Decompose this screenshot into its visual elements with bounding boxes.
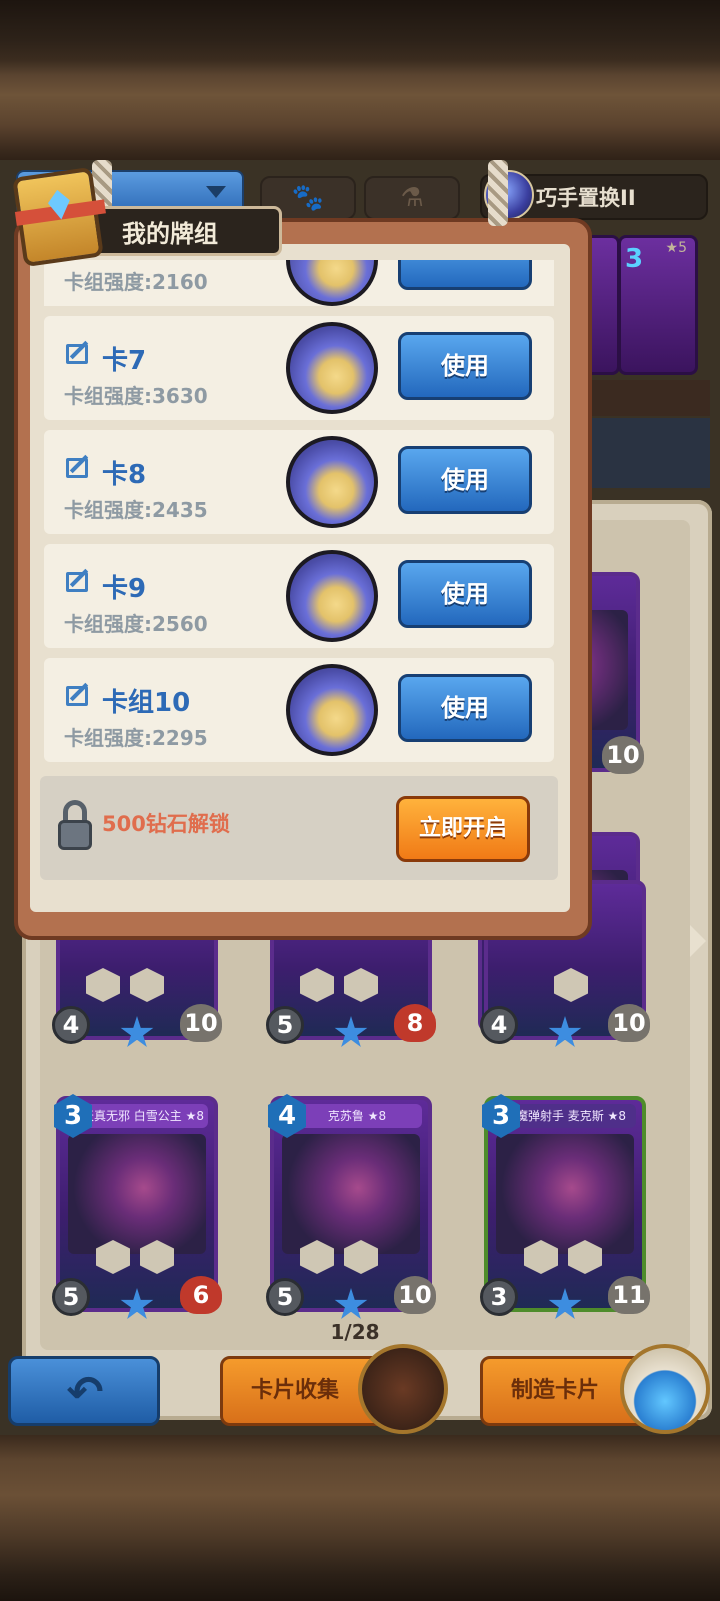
deck-avatar bbox=[286, 260, 378, 306]
card-cost: 3 bbox=[54, 1094, 92, 1138]
deck-power: 卡组强度:2560 bbox=[64, 612, 208, 636]
use-button[interactable]: 使用 bbox=[398, 674, 532, 742]
card-attack: 5 bbox=[52, 1278, 90, 1316]
card-attack: 4 bbox=[480, 1006, 518, 1044]
card-title: 魔弹射手 麦克斯 ★8 bbox=[506, 1104, 636, 1128]
element-icons-strip bbox=[580, 380, 710, 416]
card-title: 克苏鲁 ★8 bbox=[292, 1104, 422, 1128]
card-attack: 3 bbox=[480, 1278, 518, 1316]
card-hp: 6 bbox=[180, 1276, 222, 1314]
deck-avatar bbox=[286, 436, 378, 528]
card-attack: 5 bbox=[266, 1006, 304, 1044]
next-page-icon[interactable] bbox=[690, 925, 706, 957]
edit-icon[interactable] bbox=[66, 458, 88, 478]
deck-row: 卡8 卡组强度:2435 使用 bbox=[44, 430, 554, 534]
rope-right bbox=[488, 160, 508, 226]
deck-avatar bbox=[286, 664, 378, 756]
deck-row: 卡组10 卡组强度:2295 使用 bbox=[44, 658, 554, 762]
deck-book-icon bbox=[12, 166, 104, 268]
modal-title: 我的牌组 bbox=[122, 220, 218, 248]
card-hp: 10 bbox=[180, 1004, 222, 1042]
deck-avatar bbox=[286, 322, 378, 414]
card-pack-icon bbox=[358, 1344, 448, 1434]
skill-icon bbox=[344, 968, 378, 1002]
deck-row: 卡7 卡组强度:3630 使用 bbox=[44, 316, 554, 420]
lock-icon bbox=[58, 800, 92, 850]
use-button[interactable]: 使用 bbox=[398, 560, 532, 628]
deck-power: 卡组强度:2295 bbox=[64, 726, 208, 750]
card-attack: 4 bbox=[52, 1006, 90, 1044]
edit-icon[interactable] bbox=[66, 344, 88, 364]
card-hp: 10 bbox=[602, 736, 644, 774]
side-card-right[interactable]: 3 ★5 bbox=[618, 235, 698, 375]
skill-icon bbox=[86, 968, 120, 1002]
bottom-wood-frame bbox=[0, 1435, 720, 1601]
edit-icon[interactable] bbox=[66, 572, 88, 592]
card-hp: 8 bbox=[394, 1004, 436, 1042]
deck-row-partial[interactable]: 卡组强度:2160 bbox=[44, 260, 554, 306]
deck-power: 卡组强度:3630 bbox=[64, 384, 208, 408]
chevron-down-icon bbox=[206, 186, 226, 198]
card-r3c2[interactable]: 克苏鲁 ★8 4 5 10 bbox=[266, 1094, 436, 1319]
side-card-star: ★5 bbox=[665, 240, 687, 256]
card-hp: 10 bbox=[394, 1276, 436, 1314]
back-arrow-icon: ↶ bbox=[66, 1367, 104, 1418]
lock-body bbox=[58, 820, 92, 850]
skill-icon bbox=[300, 968, 334, 1002]
locked-deck-row: 500钻石解锁 立即开启 bbox=[40, 776, 558, 880]
deck-avatar bbox=[286, 550, 378, 642]
craft-card-label: 制造卡片 bbox=[511, 1378, 600, 1403]
deck-row: 卡9 卡组强度:2560 使用 bbox=[44, 544, 554, 648]
paw-potion-icon bbox=[620, 1344, 710, 1434]
potion-icon: ⚗ bbox=[400, 183, 424, 213]
card-cost: 4 bbox=[268, 1094, 306, 1138]
card-cost: 3 bbox=[482, 1094, 520, 1138]
card-r3c1[interactable]: 天真无邪 白雪公主 ★8 3 5 6 bbox=[52, 1094, 222, 1319]
card-title: 天真无邪 白雪公主 ★8 bbox=[78, 1104, 208, 1128]
card-collection-label: 卡片收集 bbox=[251, 1378, 340, 1403]
card-hp: 10 bbox=[608, 1004, 650, 1042]
deck-name: 卡7 bbox=[102, 346, 147, 376]
use-button[interactable]: 使用 bbox=[398, 332, 532, 400]
deck-name: 卡9 bbox=[102, 574, 147, 604]
card-art bbox=[68, 1134, 206, 1254]
open-now-button[interactable]: 立即开启 bbox=[396, 796, 530, 862]
card-art bbox=[496, 1134, 634, 1254]
tab-potion[interactable]: ⚗ bbox=[364, 176, 460, 220]
back-button[interactable]: ↶ bbox=[8, 1356, 160, 1426]
card-r3c3[interactable]: 魔弹射手 麦克斯 ★8 3 3 11 bbox=[480, 1094, 650, 1319]
card-hp: 11 bbox=[608, 1276, 650, 1314]
use-button[interactable]: 使用 bbox=[398, 446, 532, 514]
side-card-cost: 3 bbox=[625, 244, 644, 274]
card-art bbox=[282, 1134, 420, 1254]
use-button[interactable] bbox=[398, 260, 532, 290]
deck-power: 卡组强度:2435 bbox=[64, 498, 208, 522]
paw-icon: 🐾 bbox=[291, 183, 325, 213]
card-attack: 5 bbox=[266, 1278, 304, 1316]
unlock-cost-text: 500钻石解锁 bbox=[102, 812, 230, 836]
top-wood-frame bbox=[0, 0, 720, 165]
deck-name: 卡组10 bbox=[102, 688, 191, 718]
page-indicator: 1/28 bbox=[330, 1320, 380, 1344]
swap-skill-label: 巧手置换II bbox=[536, 186, 636, 210]
deck-name: 卡8 bbox=[102, 460, 147, 490]
deck-power: 卡组强度:2160 bbox=[64, 270, 208, 294]
skill-icon bbox=[554, 968, 588, 1002]
side-dark-panel bbox=[580, 418, 710, 488]
edit-icon[interactable] bbox=[66, 686, 88, 706]
skill-icon bbox=[130, 968, 164, 1002]
